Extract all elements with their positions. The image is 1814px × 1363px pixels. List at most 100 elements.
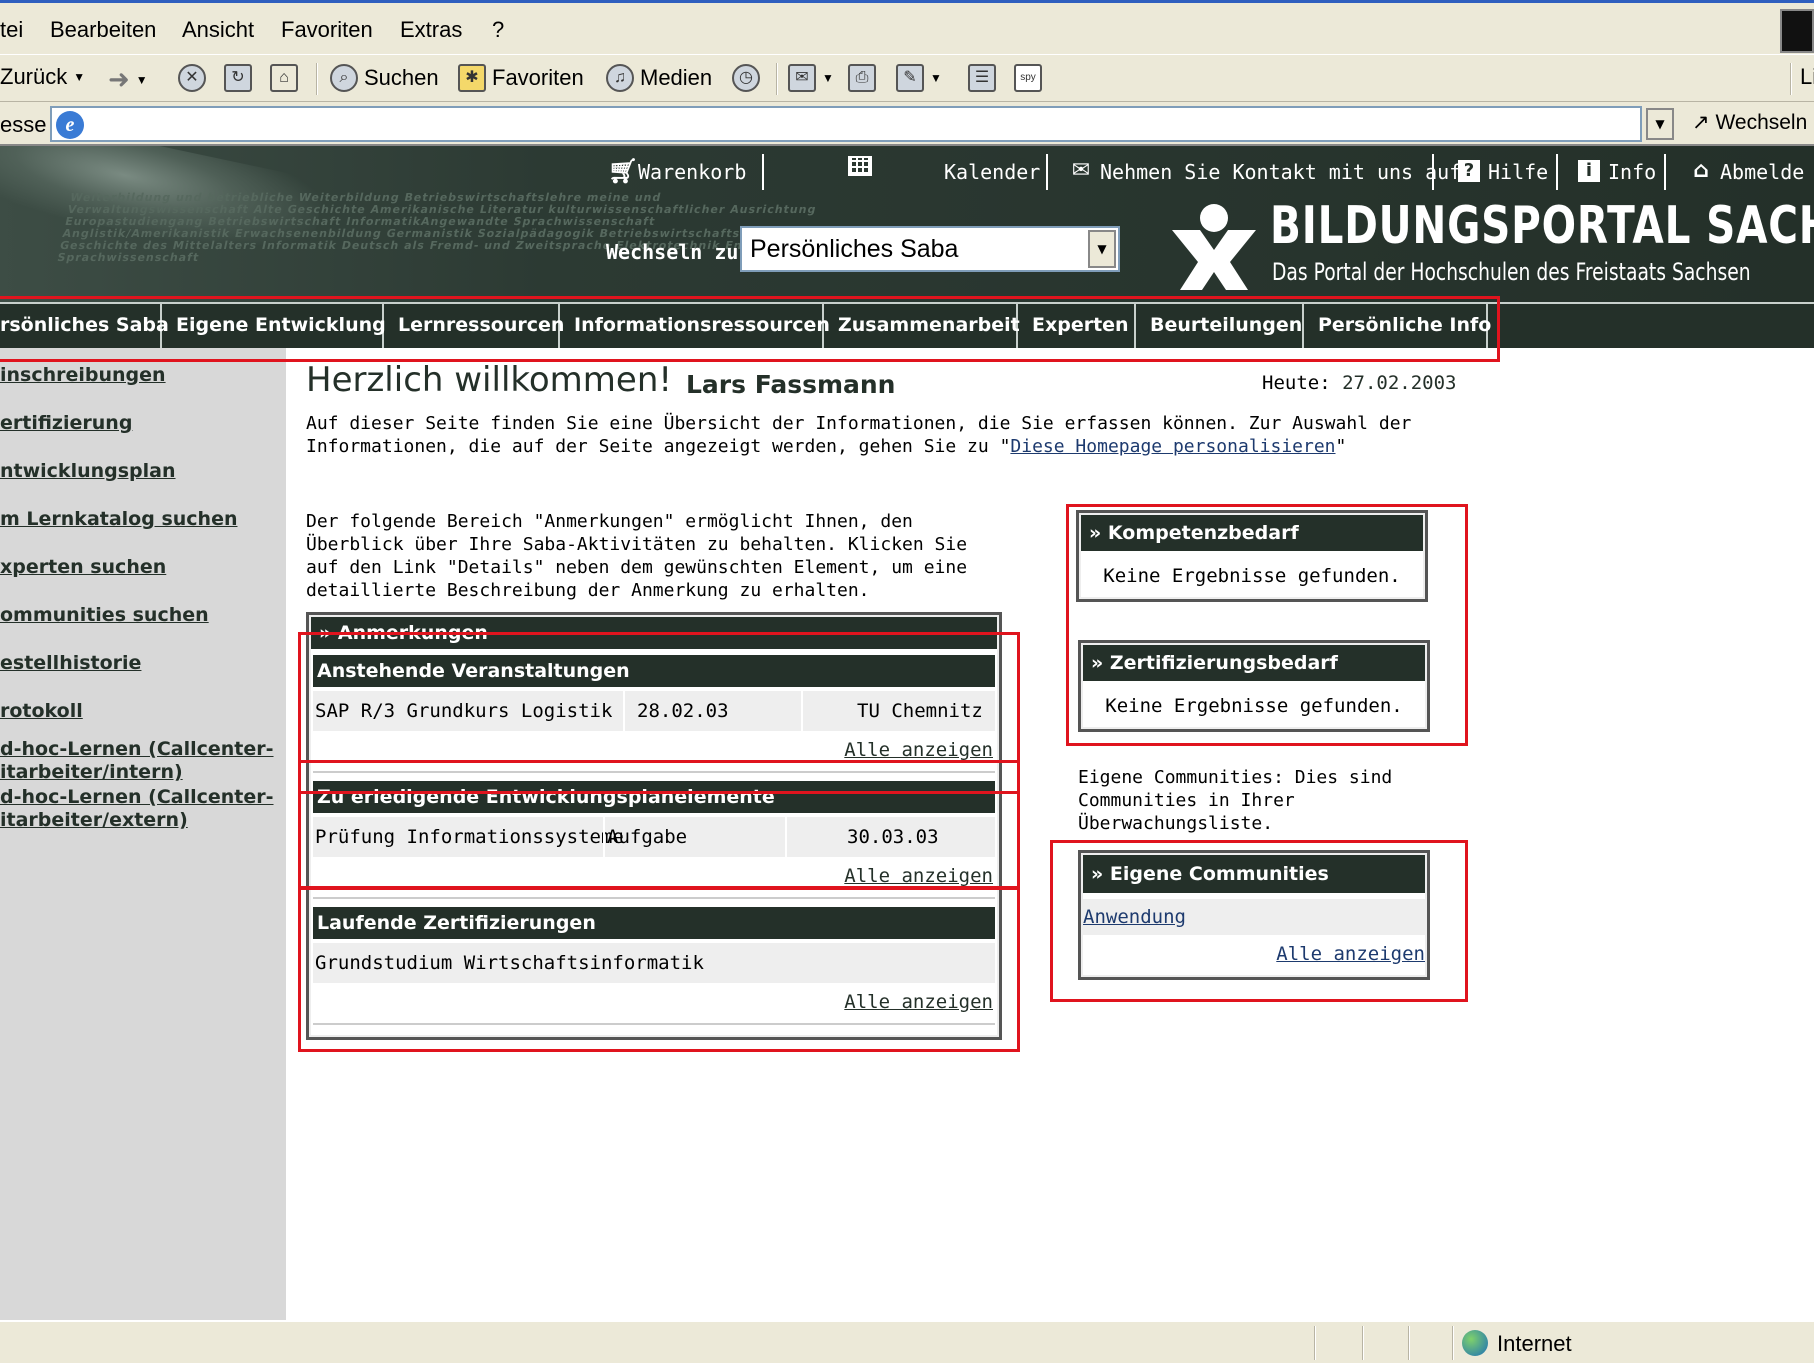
sidebar-item-search-catalog[interactable]: m Lernkatalog suchen	[0, 508, 237, 531]
competence-panel: » Kompetenzbedarf Keine Ergebnisse gefun…	[1076, 510, 1428, 602]
show-all-link[interactable]: Alle anzeigen	[844, 739, 993, 761]
tab-collaboration[interactable]: Zusammenarbeit	[824, 304, 1020, 348]
chevron-down-icon[interactable]: ▼	[1088, 230, 1116, 268]
mail-button[interactable]: ✉ ▼	[788, 64, 834, 92]
windows-logo-icon	[1780, 9, 1814, 53]
help-label: Hilfe	[1488, 160, 1549, 184]
security-zone-label: Internet	[1497, 1331, 1572, 1356]
chevron-down-icon[interactable]: ▼	[136, 73, 148, 87]
intro-text-after: "	[1335, 436, 1347, 457]
sidebar-item-search-experts[interactable]: xperten suchen	[0, 556, 166, 579]
stop-button[interactable]: ✕	[178, 64, 206, 92]
switch-value: Persönliches Saba	[750, 235, 959, 263]
back-button[interactable]: Zurück ▼	[0, 64, 85, 90]
help-link[interactable]: ? Hilfe	[1458, 160, 1548, 184]
chevron-down-icon[interactable]: ▼	[930, 71, 942, 85]
sidebar-item-adhoc-intern[interactable]: d-hoc-Lernen (Callcenter- itarbeiter/int…	[0, 738, 274, 784]
tab-assessments[interactable]: Beurteilungen	[1136, 304, 1304, 348]
browser-toolbar: Zurück ▼ ➜ ▼ ✕ ↻ ⌂ ⌕ Suchen ✱ Favoriten …	[0, 54, 1814, 102]
menu-edit[interactable]: Bearbeiten	[50, 17, 156, 43]
status-divider	[1362, 1326, 1364, 1360]
print-button[interactable]: ⎙	[848, 64, 876, 92]
address-label: esse	[0, 112, 47, 137]
favorites-button[interactable]: ✱ Favoriten	[458, 64, 584, 92]
menu-help[interactable]: ?	[492, 17, 504, 43]
search-label: Suchen	[364, 65, 439, 90]
arrow-right-icon: ➜	[108, 64, 130, 94]
personalize-link[interactable]: Diese Homepage personalisieren	[1010, 436, 1335, 457]
ie-page-icon: e	[56, 111, 84, 139]
show-all-link[interactable]: Alle anzeigen	[844, 991, 993, 1013]
spy-button[interactable]: spy	[1014, 64, 1042, 92]
edit-button[interactable]: ✎ ▼	[896, 64, 942, 92]
table-row[interactable]: Prüfung Informationssysteme Aufgabe 30.0…	[313, 817, 995, 857]
portal-subtitle: Das Portal der Hochschulen des Freistaat…	[1272, 258, 1751, 286]
sidebar-item-certification[interactable]: ertifizierung	[0, 412, 132, 435]
notes-intro-text: Der folgende Bereich "Anmerkungen" ermög…	[306, 511, 968, 601]
menu-favorites[interactable]: Favoriten	[281, 17, 373, 43]
competence-empty-message: Keine Ergebnisse gefunden.	[1103, 565, 1401, 587]
refresh-icon: ↻	[224, 64, 252, 92]
menu-view[interactable]: Ansicht	[182, 17, 254, 43]
sidebar-item-development-plan[interactable]: ntwicklungsplan	[0, 460, 176, 483]
cart-label: Warenkorb	[638, 160, 747, 184]
home-button[interactable]: ⌂	[270, 64, 298, 92]
media-label: Medien	[640, 65, 713, 90]
favorites-label: Favoriten	[492, 65, 584, 90]
certification-name: Grundstudium Wirtschaftsinformatik	[315, 952, 704, 974]
event-location: TU Chemnitz	[857, 700, 983, 722]
show-all-link[interactable]: Alle anzeigen	[844, 865, 993, 887]
today-value: 27.02.2003	[1342, 372, 1457, 394]
address-dropdown[interactable]: ▼	[1646, 108, 1674, 140]
communities-intro-text: Eigene Communities: Dies sind Communitie…	[1078, 767, 1393, 834]
tab-personal-info[interactable]: Persönliche Info	[1304, 304, 1491, 348]
competence-panel-title: » Kompetenzbedarf	[1081, 515, 1423, 551]
calendar-link[interactable]: Kalender	[944, 160, 1040, 184]
menu-extras[interactable]: Extras	[400, 17, 462, 43]
header-divider	[1432, 154, 1434, 190]
info-link[interactable]: i Info	[1578, 160, 1656, 184]
section-title-development-items: Zu erledigende Entwicklungsplanelemente	[313, 781, 995, 813]
today-label: Heute:	[1262, 372, 1331, 394]
sidebar-item-order-history[interactable]: estellhistorie	[0, 652, 141, 675]
address-input[interactable]: e	[50, 106, 1642, 142]
sidebar-item-protocol[interactable]: rotokoll	[0, 700, 83, 723]
community-link[interactable]: Anwendung	[1083, 899, 1186, 935]
toolbar-divider	[776, 63, 778, 95]
switch-select[interactable]: Persönliches Saba ▼	[740, 226, 1120, 272]
links-label[interactable]: Li	[1800, 64, 1814, 90]
chevron-down-icon[interactable]: ▼	[73, 70, 85, 84]
sidebar-item-search-communities[interactable]: ommunities suchen	[0, 604, 209, 627]
table-row[interactable]: Grundstudium Wirtschaftsinformatik	[313, 943, 995, 983]
tab-information-resources[interactable]: Informationsressourcen	[560, 304, 830, 348]
search-button[interactable]: ⌕ Suchen	[330, 64, 439, 92]
show-all-link[interactable]: Alle anzeigen	[1276, 943, 1425, 965]
history-button[interactable]: ◷	[732, 64, 760, 92]
today-date: Heute: 27.02.2003	[1262, 372, 1456, 394]
logout-label: Abmelde	[1720, 160, 1805, 184]
contact-link[interactable]: ✉ Nehmen Sie Kontakt mit uns auf	[1070, 160, 1461, 185]
cart-link[interactable]: 🛒︎Warenkorb	[608, 159, 747, 184]
table-row[interactable]: SAP R/3 Grundkurs Logistik 28.02.03 TU C…	[313, 691, 995, 731]
globe-icon	[1462, 1330, 1488, 1356]
sidebar-item-adhoc-extern[interactable]: d-hoc-Lernen (Callcenter- itarbeiter/ext…	[0, 786, 274, 832]
calendar-icon[interactable]	[848, 156, 872, 181]
sidebar-item-enrollments[interactable]: inschreibungen	[0, 364, 166, 387]
section-divider	[313, 897, 995, 899]
info-label: Info	[1608, 160, 1657, 184]
menu-file[interactable]: tei	[0, 17, 23, 43]
forward-button[interactable]: ➜ ▼	[108, 64, 148, 95]
refresh-button[interactable]: ↻	[224, 64, 252, 92]
portal-title: BILDUNGSPORTAL SACHSEN	[1270, 196, 1814, 256]
tab-own-development[interactable]: Eigene Entwicklung	[162, 304, 386, 348]
logout-link[interactable]: ⌂ Abmelde	[1690, 160, 1805, 185]
tab-learning-resources[interactable]: Lernressourcen	[384, 304, 564, 348]
media-button[interactable]: ♫ Medien	[606, 64, 712, 92]
tab-experts[interactable]: Experten	[1018, 304, 1136, 348]
certification-panel-title: » Zertifizierungsbedarf	[1083, 645, 1425, 681]
discuss-button[interactable]: ☰	[968, 64, 996, 92]
go-button[interactable]: ↗ Wechseln	[1692, 110, 1807, 135]
portal-header: Weiterbildung und betriebliche Weiterbil…	[0, 146, 1814, 302]
tab-personal-saba[interactable]: rsönliches Saba	[0, 304, 169, 348]
chevron-down-icon[interactable]: ▼	[822, 71, 834, 85]
